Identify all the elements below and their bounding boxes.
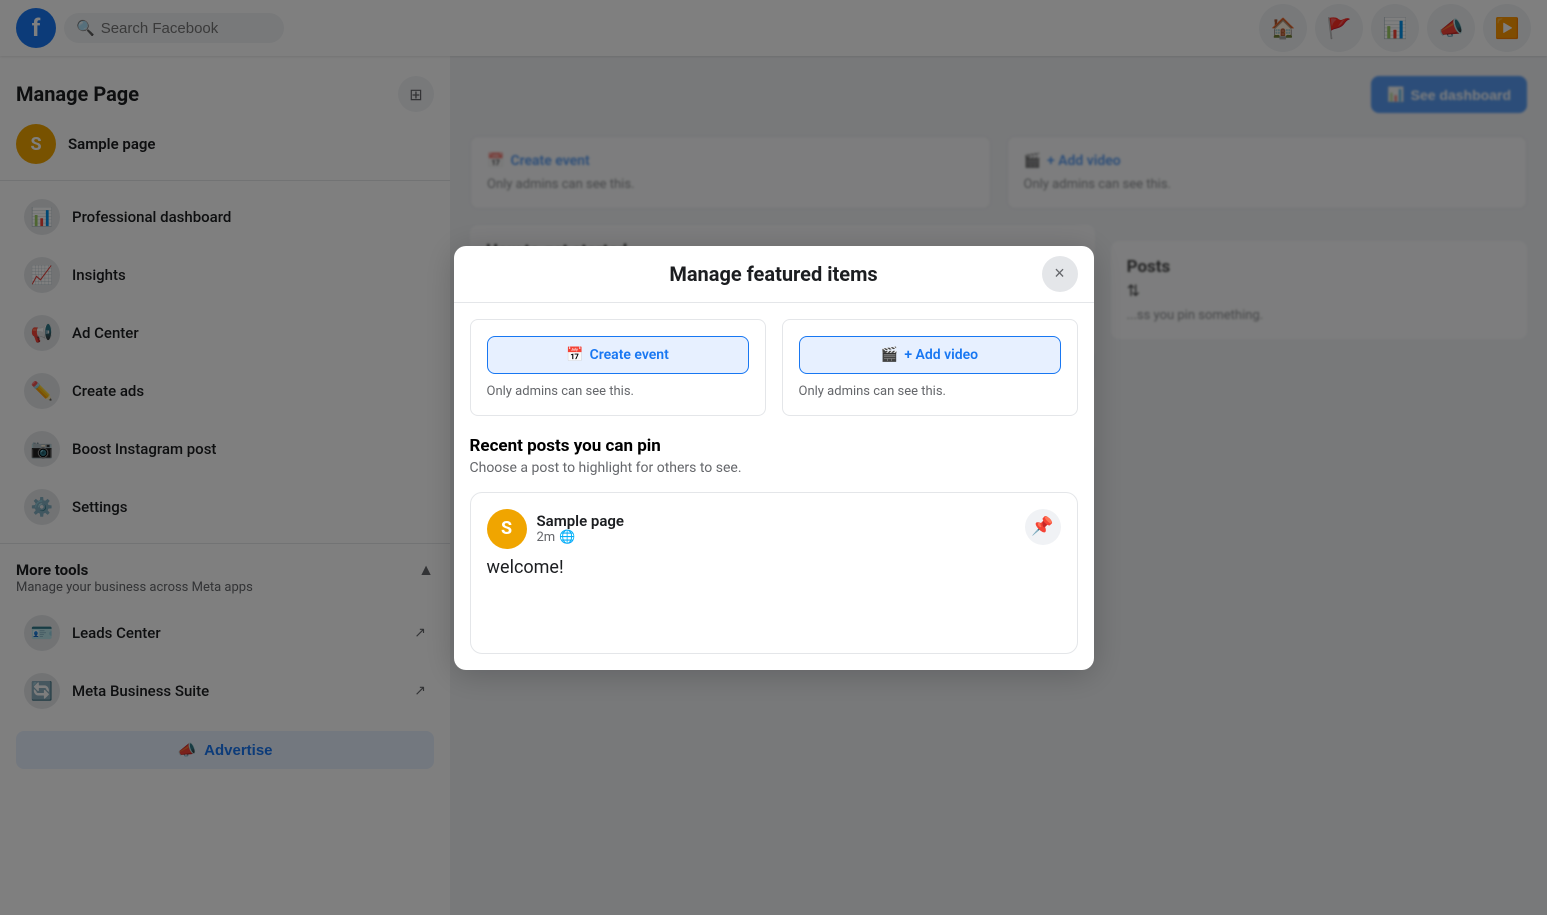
- pin-icon: 📌: [1031, 516, 1053, 537]
- post-card-user: S Sample page 2m 🌐: [487, 509, 624, 549]
- modal: Manage featured items × 📅 Create event O…: [454, 246, 1094, 670]
- recent-posts-title: Recent posts you can pin: [470, 436, 1078, 456]
- post-user-info: Sample page 2m 🌐: [537, 512, 624, 545]
- post-card[interactable]: S Sample page 2m 🌐 📌: [470, 492, 1078, 654]
- modal-feat-card-1: 🎬 + Add video Only admins can see this.: [782, 319, 1078, 416]
- modal-featured-cards: 📅 Create event Only admins can see this.…: [470, 319, 1078, 416]
- modal-title: Manage featured items: [669, 262, 877, 286]
- post-user-name: Sample page: [537, 512, 624, 530]
- pin-post-button[interactable]: 📌: [1025, 509, 1061, 545]
- globe-icon: 🌐: [559, 530, 575, 545]
- modal-feat-card-note-1: Only admins can see this.: [799, 384, 1061, 399]
- close-icon: ×: [1054, 263, 1065, 284]
- modal-create-event-btn[interactable]: 📅 Create event: [487, 336, 749, 374]
- modal-add-video-btn[interactable]: 🎬 + Add video: [799, 336, 1061, 374]
- modal-calendar-icon: 📅: [566, 347, 583, 363]
- modal-body: 📅 Create event Only admins can see this.…: [454, 303, 1094, 670]
- modal-header: Manage featured items ×: [454, 246, 1094, 303]
- post-card-header: S Sample page 2m 🌐 📌: [487, 509, 1061, 549]
- post-content: welcome!: [487, 557, 1061, 637]
- modal-video-icon: 🎬: [881, 347, 898, 363]
- modal-feat-card-0: 📅 Create event Only admins can see this.: [470, 319, 766, 416]
- modal-feat-card-note-0: Only admins can see this.: [487, 384, 749, 399]
- overlay: Manage featured items × 📅 Create event O…: [0, 0, 1547, 915]
- modal-close-button[interactable]: ×: [1042, 256, 1078, 292]
- recent-posts-sub: Choose a post to highlight for others to…: [470, 460, 1078, 476]
- post-avatar: S: [487, 509, 527, 549]
- post-time: 2m 🌐: [537, 530, 624, 545]
